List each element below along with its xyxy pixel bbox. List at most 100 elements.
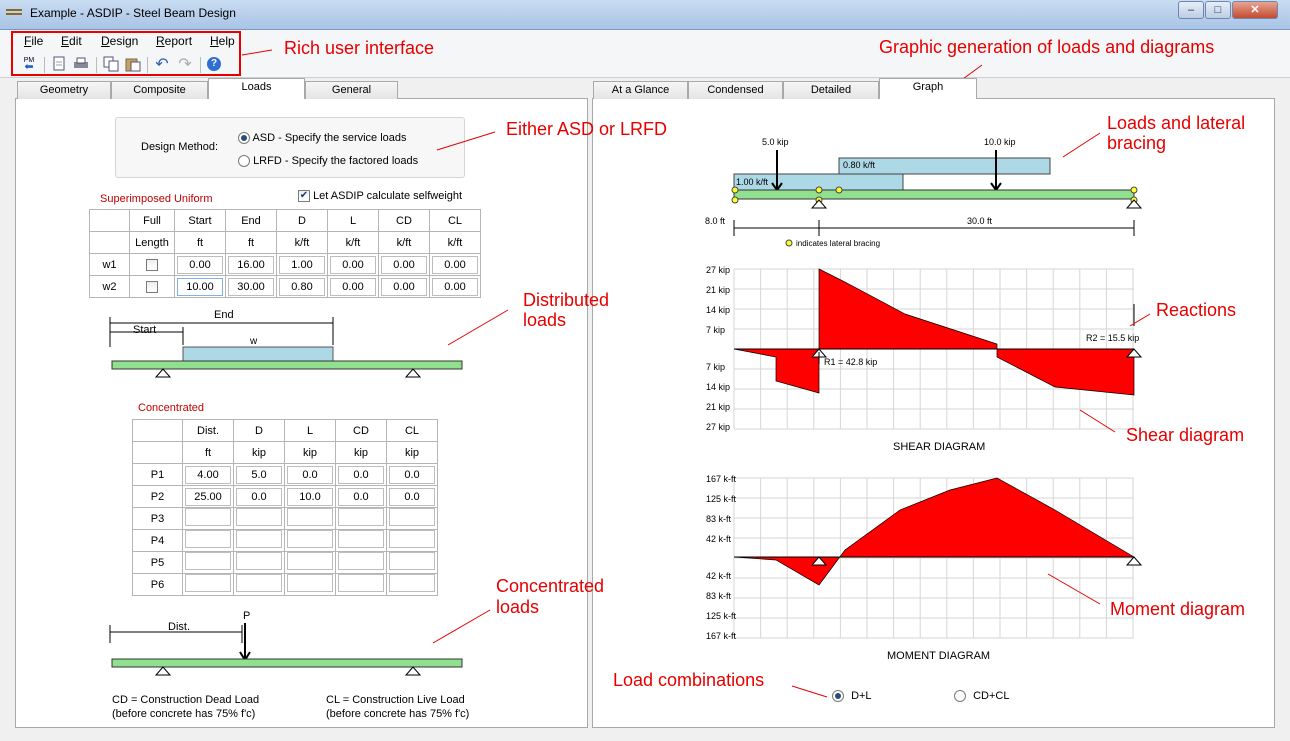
cell-input[interactable]	[389, 574, 435, 592]
col-header: L	[284, 419, 336, 442]
table-row: P1 4.00 5.0 0.0 0.0 0.0	[132, 463, 438, 486]
shear-title: SHEAR DIAGRAM	[893, 441, 985, 453]
moment-tick: 83 k-ft	[706, 591, 732, 601]
cell-input[interactable]	[185, 530, 231, 548]
cell-input[interactable]: 0.0	[338, 465, 384, 484]
cell-input[interactable]	[185, 574, 231, 592]
tab-geometry[interactable]: Geometry	[17, 81, 111, 99]
annotation-concentrated-1: Concentrated	[496, 576, 605, 596]
col-header: CD	[378, 209, 430, 232]
cell-input[interactable]: 4.00	[185, 465, 231, 484]
cell-input[interactable]	[185, 508, 231, 526]
unit-label: kip	[335, 441, 387, 464]
col-header: Full	[129, 209, 175, 232]
selfweight-checkbox[interactable]: ✔ Let ASDIP calculate selfweight	[298, 190, 462, 203]
cell-input[interactable]: 1.00	[279, 255, 325, 274]
cell-input[interactable]	[236, 552, 282, 570]
cell-input[interactable]: 0.00	[432, 255, 478, 274]
cell-input[interactable]: 10.00	[177, 277, 223, 296]
combo-dl-radio[interactable]: D+L	[832, 690, 872, 703]
minimize-button[interactable]: –	[1178, 1, 1204, 19]
shear-tick: 14 kip	[706, 382, 730, 392]
tab-condensed[interactable]: Condensed	[688, 81, 783, 99]
cell-input[interactable]: 5.0	[236, 465, 282, 484]
annotation-concentrated-2: loads	[496, 597, 540, 617]
full-length-checkbox[interactable]	[146, 280, 158, 293]
concentrated-section-title: Concentrated	[138, 402, 205, 414]
shear-tick: 27 kip	[706, 422, 730, 432]
cell-input[interactable]: 0.0	[338, 487, 384, 506]
bracing-legend: indicates lateral bracing	[796, 239, 880, 248]
shear-tick: 14 kip	[706, 305, 730, 315]
cell-input[interactable]	[287, 552, 333, 570]
col-header: Dist.	[182, 419, 234, 442]
annotation-graphic: Graphic generation of loads and diagrams	[879, 37, 1215, 57]
cell-input[interactable]	[389, 508, 435, 526]
shear-tick: 7 kip	[706, 362, 725, 372]
cell-input[interactable]: 0.80	[279, 277, 325, 296]
cell-input[interactable]	[338, 508, 384, 526]
tab-graph[interactable]: Graph	[879, 78, 977, 99]
cell-input[interactable]	[236, 530, 282, 548]
tab-composite[interactable]: Composite	[111, 81, 208, 99]
row-label: P6	[132, 573, 183, 596]
beam	[733, 189, 1135, 200]
shear-tick: 7 kip	[706, 325, 725, 335]
cell-input[interactable]: 0.00	[432, 277, 478, 296]
full-length-checkbox[interactable]	[146, 258, 158, 271]
cell-input[interactable]: 10.0	[287, 487, 333, 506]
cd-note: CD = Construction Dead Load	[112, 694, 260, 706]
combo-cdcl-radio[interactable]: CD+CL	[954, 690, 1009, 703]
unit-label: kip	[233, 441, 285, 464]
maximize-button[interactable]: □	[1205, 1, 1231, 19]
cell-input[interactable]	[185, 552, 231, 570]
shear-tick: 21 kip	[706, 285, 730, 295]
cell-input[interactable]	[389, 530, 435, 548]
cell-input[interactable]: 30.00	[228, 277, 274, 296]
tab-general[interactable]: General	[305, 81, 398, 99]
tab-detailed[interactable]: Detailed	[783, 81, 879, 99]
asd-radio[interactable]: ASD - Specify the service loads	[238, 132, 407, 145]
moment-tick: 125 k-ft	[706, 494, 737, 504]
p-label: P	[243, 610, 250, 622]
design-method-label: Design Method:	[141, 141, 219, 153]
shear-tick: 27 kip	[706, 265, 730, 275]
cell-input[interactable]: 25.00	[185, 487, 231, 506]
cell-input[interactable]: 0.00	[177, 255, 223, 274]
cell-input[interactable]: 0.00	[381, 277, 427, 296]
left-dim-label: 8.0 ft	[705, 216, 726, 226]
cl-note: CL = Construction Live Load	[326, 694, 465, 706]
unit-label: kip	[284, 441, 336, 464]
cell-input[interactable]	[287, 574, 333, 592]
moment-title: MOMENT DIAGRAM	[887, 650, 990, 662]
row-label: P3	[132, 507, 183, 530]
cell-input[interactable]	[236, 508, 282, 526]
cell-input[interactable]: 0.0	[236, 487, 282, 506]
unit-label: Length	[129, 231, 175, 254]
cell-input[interactable]	[236, 574, 282, 592]
cell-input[interactable]: 0.0	[389, 465, 435, 484]
cell-input[interactable]: 0.00	[381, 255, 427, 274]
lrfd-radio[interactable]: LRFD - Specify the factored loads	[238, 155, 418, 168]
col-header: CD	[335, 419, 387, 442]
tab-loads[interactable]: Loads	[208, 78, 305, 99]
cell-input[interactable]: 0.0	[389, 487, 435, 506]
cell-input[interactable]: 0.00	[330, 255, 376, 274]
cell-input[interactable]	[287, 530, 333, 548]
cell-input[interactable]: 0.00	[330, 277, 376, 296]
cell-input[interactable]	[287, 508, 333, 526]
unit-label: ft	[174, 231, 226, 254]
annotation-asd-lrfd: Either ASD or LRFD	[506, 119, 668, 139]
close-button[interactable]: ✕	[1232, 1, 1278, 19]
cl-note-sub: (before concrete has 75% f'c)	[326, 708, 470, 720]
cell-input[interactable]: 0.0	[287, 465, 333, 484]
tab-at-a-glance[interactable]: At a Glance	[593, 81, 688, 99]
cell-input[interactable]	[338, 552, 384, 570]
cell-input[interactable]: 16.00	[228, 255, 274, 274]
cell-input[interactable]	[338, 530, 384, 548]
cell-input[interactable]	[338, 574, 384, 592]
cell-input[interactable]	[389, 552, 435, 570]
w1-label: 1.00 k/ft	[736, 177, 769, 187]
table-row: P4	[132, 529, 438, 552]
span-dim-label: 30.0 ft	[967, 216, 993, 226]
